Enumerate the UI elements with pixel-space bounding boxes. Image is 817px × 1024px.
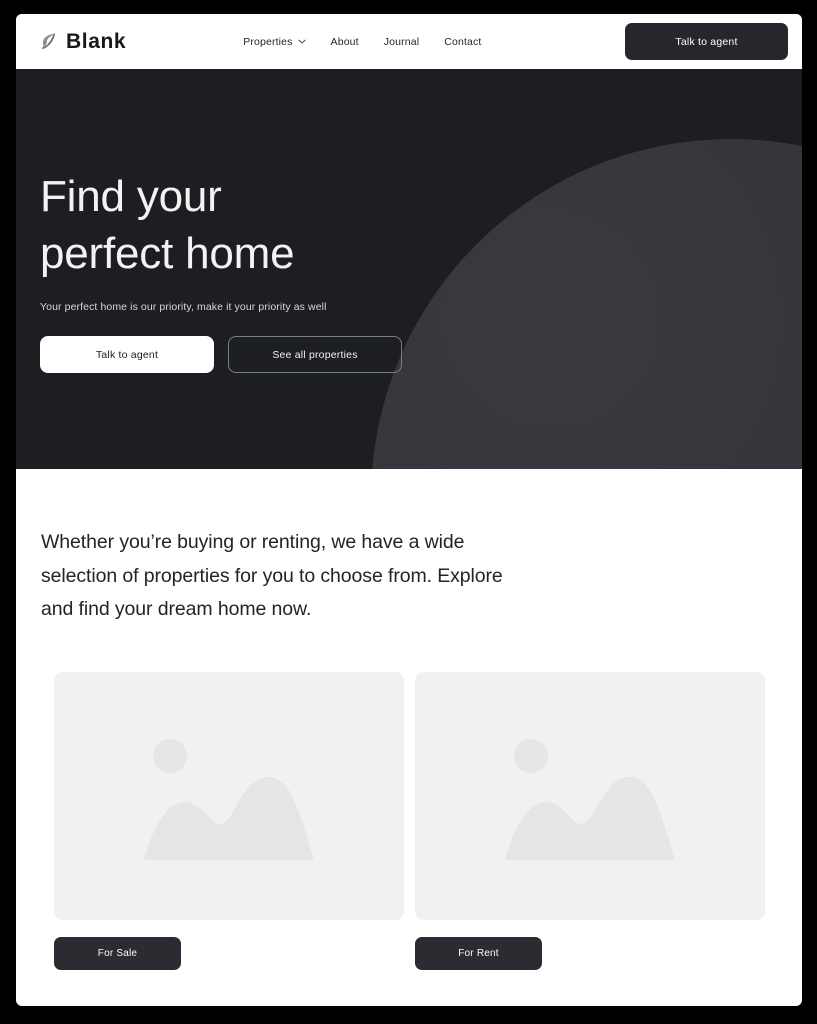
nav-item-contact[interactable]: Contact <box>444 36 481 48</box>
section-lede-text: Whether you’re buying or renting, we hav… <box>41 531 503 621</box>
nav-item-properties[interactable]: Properties <box>243 35 306 48</box>
property-card[interactable]: For Rent <box>415 671 765 970</box>
property-card-badge-for-rent[interactable]: For Rent <box>415 936 542 970</box>
nav-item-journal[interactable]: Journal <box>384 36 420 48</box>
content-section: Whether you’re buying or renting, we hav… <box>16 469 802 970</box>
brand-name: Blank <box>66 30 127 53</box>
chevron-down-icon <box>297 39 306 44</box>
image-placeholder-icon <box>415 671 765 920</box>
hero-title: Find your perfect home <box>40 168 660 282</box>
property-card-list: For Sale For Rent <box>41 671 765 970</box>
primary-navigation: Properties About Journal Contact <box>243 36 481 48</box>
site-header: Blank Properties About Journal Contact T… <box>16 14 802 69</box>
image-placeholder-icon <box>54 671 404 920</box>
hero-content: Find your perfect home Your perfect home… <box>40 69 660 469</box>
nav-item-contact-label: Contact <box>444 35 482 48</box>
hero-see-all-properties-button[interactable]: See all properties <box>228 336 402 374</box>
nav-item-about[interactable]: About <box>331 36 359 48</box>
hero-title-line-2: perfect home <box>40 229 295 279</box>
hero-title-line-1: Find your <box>40 172 222 221</box>
website-page: Blank Properties About Journal Contact T… <box>16 14 802 1006</box>
hero-section: Find your perfect home Your perfect home… <box>16 69 802 469</box>
nav-item-about-label: About <box>330 35 359 48</box>
nav-item-properties-label: Properties <box>243 35 293 48</box>
property-card[interactable]: For Sale <box>54 671 404 970</box>
hero-talk-to-agent-button[interactable]: Talk to agent <box>40 336 214 374</box>
hero-actions: Talk to agent See all properties <box>40 336 660 374</box>
property-card-badge-for-sale[interactable]: For Sale <box>54 936 181 970</box>
brand-logo[interactable]: Blank <box>38 31 126 52</box>
header-talk-to-agent-button[interactable]: Talk to agent <box>625 23 788 60</box>
hero-subtitle: Your perfect home is our priority, make … <box>40 301 327 314</box>
nav-item-journal-label: Journal <box>383 35 420 48</box>
screenshot-viewport: Blank Properties About Journal Contact T… <box>0 0 817 1024</box>
leaf-icon <box>42 33 56 50</box>
